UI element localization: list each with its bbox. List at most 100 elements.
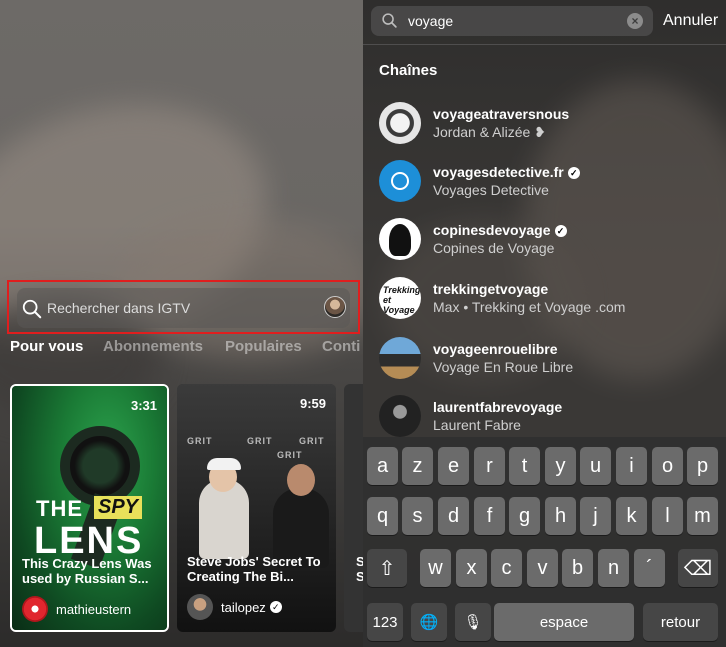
profile-avatar[interactable] bbox=[324, 296, 346, 318]
key[interactable]: c bbox=[491, 549, 522, 587]
key[interactable]: f bbox=[474, 497, 505, 535]
on-screen-keyboard: a z e r t y u i o p q s d f g h j k l m … bbox=[363, 437, 726, 647]
thumbnail-text: SPY bbox=[94, 496, 143, 519]
channel-result[interactable]: laurentfabrevoyage Laurent Fabre bbox=[379, 393, 719, 439]
channel-name: voyagesdetective.fr ✓ bbox=[433, 164, 580, 180]
key[interactable]: w bbox=[420, 549, 451, 587]
globe-icon[interactable]: 🌐 bbox=[411, 603, 447, 641]
key[interactable]: t bbox=[509, 447, 540, 485]
video-card[interactable]: THE SPY LENS 3:31 This Crazy Lens Was us… bbox=[10, 384, 169, 632]
channel-subtitle: Voyages Detective bbox=[433, 182, 549, 198]
channel-subtitle: Max • Trekking et Voyage .com bbox=[433, 299, 626, 315]
channel-avatar bbox=[379, 218, 421, 260]
thumbnail-text: GRIT bbox=[299, 436, 325, 446]
tab-pour-vous[interactable]: Pour vous bbox=[10, 338, 83, 355]
search-placeholder: Rechercher dans IGTV bbox=[47, 300, 191, 316]
key[interactable]: o bbox=[652, 447, 683, 485]
numbers-key[interactable]: 123 bbox=[367, 603, 403, 641]
key[interactable]: r bbox=[474, 447, 505, 485]
tab-populaires[interactable]: Populaires bbox=[225, 338, 302, 355]
key[interactable]: l bbox=[652, 497, 683, 535]
channel-name: voyageenrouelibre bbox=[433, 341, 558, 357]
key[interactable]: v bbox=[527, 549, 558, 587]
video-card[interactable]: S S bbox=[344, 384, 363, 632]
microphone-icon[interactable]: 🎙 bbox=[455, 603, 491, 641]
search-icon bbox=[22, 299, 42, 319]
channel-avatar bbox=[379, 395, 421, 437]
globe-icon bbox=[391, 172, 409, 190]
return-key[interactable]: retour bbox=[643, 603, 718, 641]
channel-result[interactable]: copinesdevoyage ✓ Copines de Voyage bbox=[379, 216, 719, 262]
key[interactable]: i bbox=[616, 447, 647, 485]
tab-continuer[interactable]: Conti bbox=[322, 338, 360, 355]
author-name: tailopez bbox=[221, 599, 266, 615]
channel-result[interactable]: voyageatraversnous Jordan & Alizée ❥ bbox=[379, 100, 719, 146]
video-duration: 9:59 bbox=[299, 396, 326, 411]
video-author[interactable]: mathieustern bbox=[22, 596, 131, 622]
section-title: Chaînes bbox=[379, 62, 438, 79]
key[interactable]: z bbox=[402, 447, 433, 485]
key[interactable]: u bbox=[580, 447, 611, 485]
delete-icon[interactable]: ⌫ bbox=[678, 549, 718, 587]
thumbnail-text: GRIT bbox=[277, 450, 303, 460]
channel-subtitle: Voyage En Roue Libre bbox=[433, 359, 574, 375]
shift-icon[interactable]: ⇧ bbox=[367, 549, 407, 587]
key[interactable]: y bbox=[545, 447, 576, 485]
igtv-home-panel: Rechercher dans IGTV Pour vous Abonnemen… bbox=[0, 0, 363, 647]
channel-name: laurentfabrevoyage bbox=[433, 399, 563, 415]
igtv-search-bar[interactable]: Rechercher dans IGTV bbox=[17, 288, 350, 328]
channel-avatar bbox=[379, 102, 421, 144]
key[interactable]: x bbox=[456, 549, 487, 587]
channel-subtitle: Copines de Voyage bbox=[433, 240, 555, 256]
key[interactable]: h bbox=[545, 497, 576, 535]
space-key[interactable]: espace bbox=[494, 603, 634, 641]
thumbnail-text: GRIT bbox=[187, 436, 213, 446]
channel-subtitle: Jordan & Alizée ❥ bbox=[433, 124, 546, 140]
clear-search-icon[interactable]: × bbox=[627, 13, 643, 29]
key[interactable]: s bbox=[402, 497, 433, 535]
search-icon bbox=[382, 13, 397, 28]
author-avatar bbox=[22, 596, 48, 622]
channel-result[interactable]: Trekking et Voyage trekkingetvoyage Max … bbox=[379, 275, 719, 321]
video-author[interactable]: tailopez ✓ bbox=[187, 594, 282, 620]
key[interactable]: m bbox=[687, 497, 718, 535]
channel-avatar: Trekking et Voyage bbox=[379, 277, 421, 319]
key[interactable]: b bbox=[562, 549, 593, 587]
search-query: voyage bbox=[408, 13, 454, 29]
channel-avatar bbox=[379, 160, 421, 202]
silhouette-icon bbox=[389, 224, 411, 256]
thumbnail-text: THE bbox=[36, 496, 83, 521]
key[interactable]: a bbox=[367, 447, 398, 485]
channel-name: copinesdevoyage ✓ bbox=[433, 222, 567, 238]
accent-key[interactable]: ´ bbox=[634, 549, 665, 587]
key[interactable]: q bbox=[367, 497, 398, 535]
author-avatar bbox=[187, 594, 213, 620]
cancel-button[interactable]: Annuler bbox=[663, 12, 718, 30]
verified-badge-icon: ✓ bbox=[269, 601, 282, 613]
key[interactable]: d bbox=[438, 497, 469, 535]
person-figure bbox=[207, 458, 241, 470]
key[interactable]: p bbox=[687, 447, 718, 485]
thumbnail-text: GRIT bbox=[247, 436, 273, 446]
channel-result[interactable]: voyageenrouelibre Voyage En Roue Libre bbox=[379, 335, 719, 381]
key[interactable]: g bbox=[509, 497, 540, 535]
key[interactable]: n bbox=[598, 549, 629, 587]
search-highlight-box: Rechercher dans IGTV bbox=[7, 280, 360, 334]
video-title: This Crazy Lens Was used by Russian S... bbox=[22, 556, 152, 586]
video-title: Steve Jobs' Secret To Creating The Bi... bbox=[187, 554, 321, 584]
video-duration: 3:31 bbox=[130, 398, 157, 413]
verified-badge-icon: ✓ bbox=[567, 167, 580, 180]
channel-result[interactable]: voyagesdetective.fr ✓ Voyages Detective bbox=[379, 158, 719, 204]
avatar-logo-text: Trekking et Voyage bbox=[383, 285, 421, 315]
video-title: S S bbox=[356, 554, 363, 584]
key[interactable]: j bbox=[580, 497, 611, 535]
key[interactable]: e bbox=[438, 447, 469, 485]
search-input[interactable]: voyage × bbox=[371, 6, 653, 36]
video-card[interactable]: GRIT GRIT GRIT GRIT GRIT 9:59 Steve Jobs… bbox=[177, 384, 336, 632]
channel-name: trekkingetvoyage bbox=[433, 281, 549, 297]
igtv-search-panel: voyage × Annuler Chaînes voyageatraversn… bbox=[363, 0, 726, 647]
verified-badge-icon: ✓ bbox=[554, 225, 567, 238]
tab-abonnements[interactable]: Abonnements bbox=[103, 338, 203, 355]
key[interactable]: k bbox=[616, 497, 647, 535]
channel-name: voyageatraversnous bbox=[433, 106, 570, 122]
